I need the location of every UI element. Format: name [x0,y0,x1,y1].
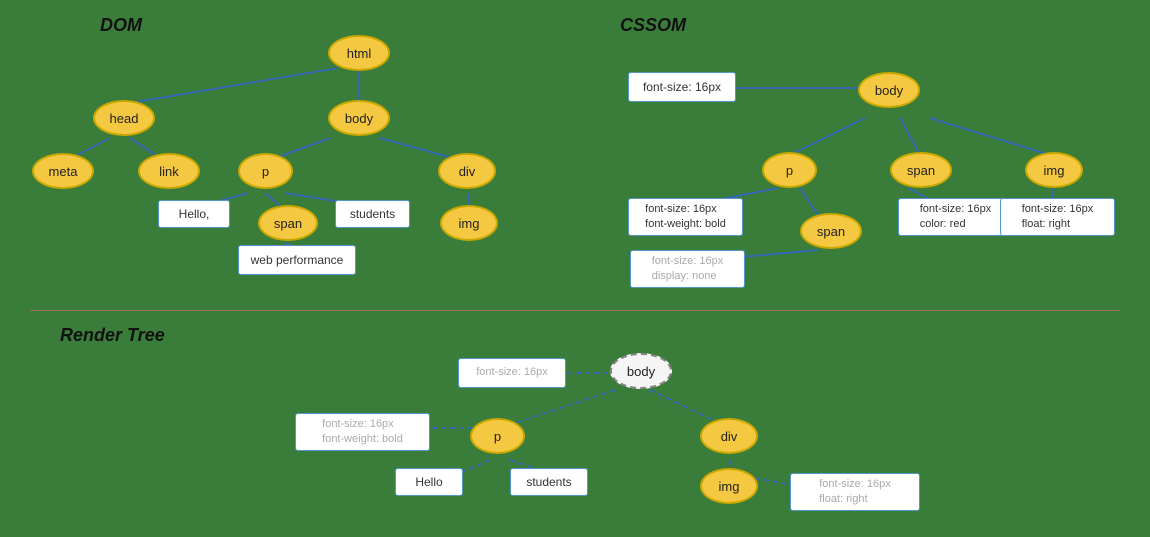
dom-body-node: body [328,100,390,136]
dom-span-node: span [258,205,318,241]
dom-meta-node: meta [32,153,94,189]
dom-html-node: html [328,35,390,71]
render-div-node: div [700,418,758,454]
render-p-rect: font-size: 16px font-weight: bold [295,413,430,451]
render-body-rect: font-size: 16px [458,358,566,388]
cssom-img-rect: font-size: 16px float: right [1000,198,1115,236]
render-hello-rect: Hello [395,468,463,496]
cssom-span2-rect: font-size: 16px display: none [630,250,745,288]
cssom-title: CSSOM [620,15,686,36]
render-img-node: img [700,468,758,504]
dom-title: DOM [100,15,142,36]
arrows-svg [0,0,1150,537]
diagram-container: DOM CSSOM Render Tree html head body met… [0,0,1150,537]
cssom-span1-rect: font-size: 16px color: red [898,198,1013,236]
section-divider [30,310,1120,311]
dom-p-node: p [238,153,293,189]
dom-div-node: div [438,153,496,189]
dom-head-node: head [93,100,155,136]
cssom-body-node: body [858,72,920,108]
dom-webperf-rect: web performance [238,245,356,275]
dom-students-rect: students [335,200,410,228]
dom-link-node: link [138,153,200,189]
render-body-node: body [610,353,672,389]
render-img-rect: font-size: 16px float: right [790,473,920,511]
cssom-body-rect: font-size: 16px [628,72,736,102]
cssom-p-node: p [762,152,817,188]
dom-img-node: img [440,205,498,241]
dom-hello-rect: Hello, [158,200,230,228]
render-title: Render Tree [60,325,165,346]
cssom-p-rect: font-size: 16px font-weight: bold [628,198,743,236]
render-students-rect: students [510,468,588,496]
cssom-span1-node: span [890,152,952,188]
cssom-img-node: img [1025,152,1083,188]
render-p-node: p [470,418,525,454]
cssom-span2-node: span [800,213,862,249]
